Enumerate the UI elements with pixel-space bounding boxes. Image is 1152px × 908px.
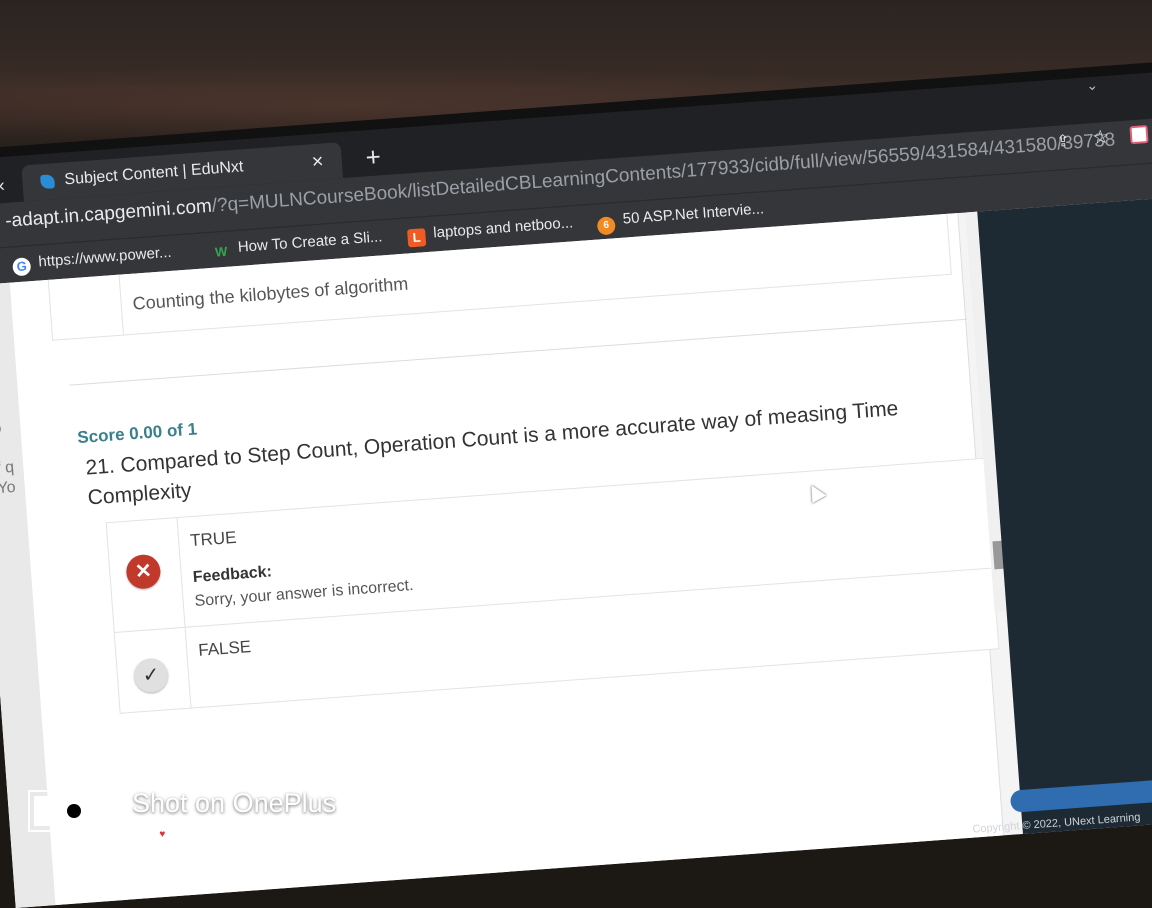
bookmark-label: https://www.power... <box>37 243 173 271</box>
answer-label: TRUE <box>189 527 238 551</box>
left-text-fragment: of q <box>0 458 15 478</box>
google-icon: G <box>12 257 32 277</box>
bookmark-star-icon[interactable]: ☆ <box>1091 126 1110 150</box>
edunxt-favicon-icon <box>40 174 56 190</box>
bookmark-label: laptops and netboo... <box>432 214 574 242</box>
answer-label: FALSE <box>197 637 252 660</box>
six-icon: 6 <box>596 216 616 236</box>
feedback-title: Feedback: <box>192 563 273 587</box>
new-tab-button[interactable]: + <box>365 141 382 172</box>
laptop-screen: ‹ Subject Content | EduNxt × + ⌄ -adapt.… <box>0 59 1152 908</box>
right-dark-panel <box>977 195 1152 850</box>
close-tab-icon[interactable]: × <box>311 143 325 180</box>
heart-icon: ♥ <box>154 829 171 841</box>
watermark-by-label: By <box>134 824 151 840</box>
left-text-fragment: so <box>0 419 3 438</box>
option-gutter <box>48 274 124 340</box>
share-icon[interactable]: ⇪ <box>1056 131 1071 152</box>
watermark-text: Shot on OnePlus <box>132 788 337 818</box>
left-text-fragment: : Yo <box>0 478 17 498</box>
bookmark-label: How To Create a Sli... <box>237 228 383 256</box>
tab-scroll-left-icon[interactable]: ‹ <box>0 175 5 196</box>
bookmark-label: 50 ASP.Net Intervie... <box>622 200 765 228</box>
chevron-down-icon[interactable]: ⌄ <box>1086 77 1099 95</box>
previous-option-text: Counting the kilobytes of algorithm <box>131 273 409 314</box>
extension-icon[interactable] <box>1129 124 1149 145</box>
w-icon: W <box>214 243 228 260</box>
watermark-by: By ♥ <box>134 824 171 841</box>
score-label: Score 0.00 of 1 <box>76 419 198 448</box>
l-icon: L <box>407 228 427 248</box>
oneplus-camera-logo-icon <box>28 790 114 832</box>
url-domain: -adapt.in.capgemini.com <box>4 195 213 232</box>
